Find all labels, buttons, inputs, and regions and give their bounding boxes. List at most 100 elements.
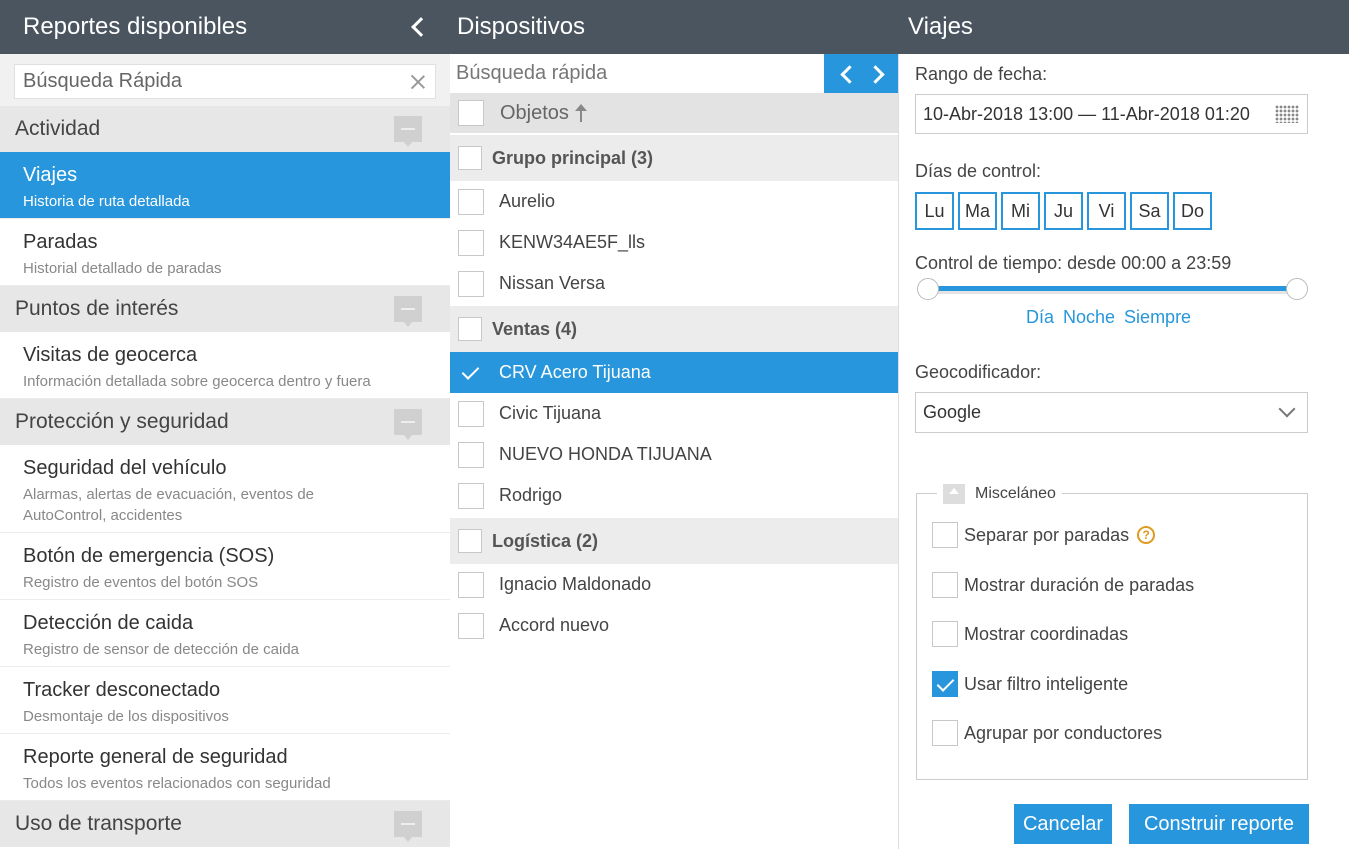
device-row[interactable]: CRV Acero Tijuana: [450, 352, 898, 393]
pager-buttons: [824, 54, 898, 93]
device-row[interactable]: Accord nuevo: [450, 605, 898, 646]
chevron-right-icon[interactable]: [866, 62, 888, 86]
check-icon[interactable]: [458, 360, 484, 386]
device-checkbox[interactable]: [458, 188, 484, 215]
select-all-checkbox[interactable]: [458, 100, 484, 126]
misc-label: Misceláneo: [975, 485, 1056, 502]
collapse-icon[interactable]: [394, 296, 422, 327]
device-row[interactable]: Nissan Versa: [450, 263, 898, 304]
report-item[interactable]: Paradas Historial detallado de paradas: [0, 219, 450, 286]
device-row[interactable]: KENW34AE5F_lls: [450, 222, 898, 263]
report-item-subtitle: Todos los eventos relacionados con segur…: [23, 775, 331, 792]
reports-search-input[interactable]: [23, 70, 409, 93]
report-item[interactable]: Botón de emergencia (SOS) Registro de eve…: [0, 533, 450, 600]
device-checkbox[interactable]: [458, 441, 484, 468]
day-toggle[interactable]: Vi: [1087, 192, 1126, 230]
sort-arrow-up-icon[interactable]: [574, 104, 587, 122]
build-report-button[interactable]: Construir reporte: [1129, 804, 1309, 844]
reports-panel: Actividad Viajes Historia de ruta detallad…: [0, 54, 450, 849]
objects-header-label: Objetos: [500, 101, 569, 124]
help-icon[interactable]: ?: [1137, 526, 1156, 544]
group-checkbox[interactable]: [458, 317, 482, 341]
control-days: Lu Ma Mi Ju Vi Sa Do: [915, 192, 1212, 230]
time-slider-start-handle[interactable]: [917, 278, 939, 300]
time-preset-link[interactable]: Noche: [1063, 307, 1115, 328]
devices-search: [450, 54, 898, 93]
device-checkbox[interactable]: [458, 400, 484, 427]
group-checkbox[interactable]: [458, 146, 482, 170]
category-label: Protección y seguridad: [15, 410, 229, 433]
collapse-icon[interactable]: [394, 811, 422, 842]
report-item-title: Viajes: [23, 164, 78, 186]
category-header[interactable]: Uso de transporte: [0, 801, 450, 847]
report-item-subtitle: Alarmas, alertas de evacuación, eventos …: [23, 486, 314, 524]
day-toggle[interactable]: Mi: [1001, 192, 1040, 230]
day-toggle[interactable]: Lu: [915, 192, 954, 230]
time-slider-end-handle[interactable]: [1286, 278, 1308, 300]
time-preset-link[interactable]: Siempre: [1124, 307, 1191, 328]
device-row[interactable]: Ignacio Maldonado: [450, 564, 898, 605]
category-header[interactable]: Puntos de interés: [0, 286, 450, 332]
device-group[interactable]: Ventas (4): [450, 306, 898, 352]
date-range-picker[interactable]: 10-Abr-2018 13:00 — 11-Abr-2018 01:20: [915, 94, 1308, 134]
device-row[interactable]: Rodrigo: [450, 475, 898, 516]
chevron-left-icon[interactable]: [835, 62, 857, 86]
device-group[interactable]: Logística (2): [450, 518, 898, 564]
device-name: Ignacio Maldonado: [499, 574, 652, 594]
devices-panel: Objetos Grupo principal (3) Aurelio KENW34…: [450, 54, 899, 849]
device-checkbox[interactable]: [458, 270, 484, 297]
time-preset-link[interactable]: Día: [1026, 307, 1054, 328]
time-slider-range[interactable]: [919, 286, 1299, 291]
category-label: Uso de transporte: [15, 812, 182, 835]
day-toggle[interactable]: Sa: [1130, 192, 1169, 230]
device-row[interactable]: NUEVO HONDA TIJUANA: [450, 434, 898, 475]
checked-checkbox[interactable]: [932, 671, 958, 697]
day-toggle[interactable]: Ma: [958, 192, 997, 230]
report-item[interactable]: Viajes Historia de ruta detallada: [0, 152, 450, 219]
objects-header[interactable]: Objetos: [450, 93, 898, 133]
category-label: Actividad: [15, 117, 101, 140]
report-item-subtitle: Desmontaje de los dispositivos: [23, 708, 229, 725]
category-header[interactable]: Protección y seguridad: [0, 399, 450, 445]
option-checkbox[interactable]: [932, 572, 958, 598]
option-label: Usar filtro inteligente: [964, 673, 1129, 694]
device-checkbox[interactable]: [458, 571, 484, 598]
report-item[interactable]: Visitas de geocerca Información detallada…: [0, 332, 450, 399]
report-item[interactable]: Seguridad del vehículo Alarmas, alertas d…: [0, 445, 450, 533]
device-list: Grupo principal (3) Aurelio KENW34AE5F_lls…: [450, 135, 898, 646]
device-checkbox[interactable]: [458, 229, 484, 256]
misc-option[interactable]: Mostrar duración de paradas: [932, 572, 1194, 598]
report-item[interactable]: Detección de caida Registro de sensor de …: [0, 600, 450, 667]
report-item[interactable]: Tracker desconectado Desmontaje de los di…: [0, 667, 450, 734]
report-item[interactable]: Reporte general de seguridad Todos los ev…: [0, 734, 450, 801]
group-checkbox[interactable]: [458, 529, 482, 553]
report-settings-title: Viajes: [908, 13, 973, 40]
option-checkbox[interactable]: [932, 522, 958, 548]
devices-search-input[interactable]: [450, 54, 824, 93]
calendar-icon[interactable]: [1275, 105, 1299, 123]
device-checkbox[interactable]: [458, 612, 484, 639]
misc-option[interactable]: Separar por paradas?: [932, 522, 1156, 548]
geocoder-select[interactable]: Google: [915, 392, 1308, 433]
misc-option[interactable]: Agrupar por conductores: [932, 720, 1162, 746]
misc-option[interactable]: Mostrar coordinadas: [932, 621, 1128, 647]
option-checkbox[interactable]: [932, 720, 958, 746]
device-row[interactable]: Civic Tijuana: [450, 393, 898, 434]
collapse-up-icon[interactable]: [943, 484, 965, 504]
cancel-button[interactable]: Cancelar: [1014, 804, 1112, 844]
misc-option[interactable]: Usar filtro inteligente: [932, 671, 1128, 697]
device-checkbox[interactable]: [458, 482, 484, 509]
device-row[interactable]: Aurelio: [450, 181, 898, 222]
collapse-icon[interactable]: [394, 409, 422, 440]
collapse-icon[interactable]: [394, 116, 422, 147]
clear-icon[interactable]: [409, 73, 427, 91]
day-toggle[interactable]: Ju: [1044, 192, 1083, 230]
day-toggle[interactable]: Do: [1173, 192, 1212, 230]
chevron-down-icon: [1278, 400, 1296, 418]
device-group[interactable]: Grupo principal (3): [450, 135, 898, 181]
option-checkbox[interactable]: [932, 621, 958, 647]
category-header[interactable]: Actividad: [0, 106, 450, 152]
device-group-label: Grupo principal (3): [492, 147, 654, 168]
collapse-chevron-icon[interactable]: [408, 15, 428, 39]
reports-search-box: [14, 64, 436, 99]
